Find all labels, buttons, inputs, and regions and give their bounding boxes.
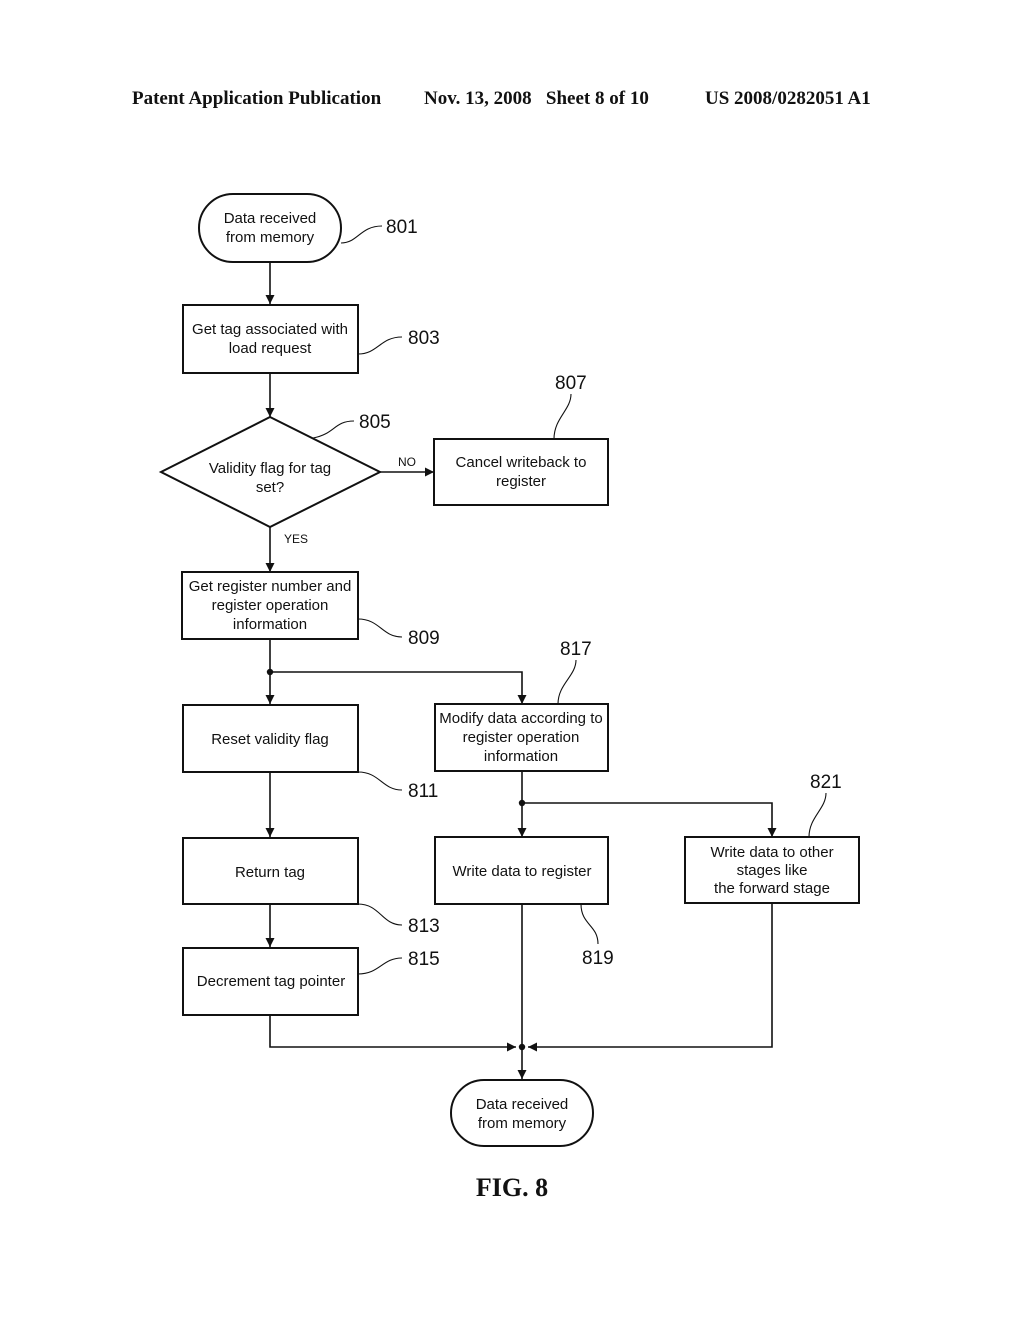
node-text: register operation <box>212 597 329 614</box>
junction-dot <box>266 668 274 676</box>
node-817: Modify data according to register operat… <box>434 639 609 772</box>
node-813: Return tag 813 <box>182 837 440 937</box>
node-819: Write data to register 819 <box>434 836 614 969</box>
process-box <box>433 438 609 506</box>
edge-809-817 <box>270 671 527 704</box>
figure-label: FIG. 8 <box>476 1173 548 1202</box>
node-text: Reset validity flag <box>211 731 329 748</box>
node-text: register operation <box>463 729 580 746</box>
node-end: Data received from memory <box>450 1079 594 1147</box>
node-text: from memory <box>478 1115 567 1132</box>
ref-leader <box>808 792 827 838</box>
node-text: information <box>484 748 558 765</box>
ref-leader <box>357 771 403 791</box>
ref-number: 803 <box>408 328 440 349</box>
ref-number: 807 <box>555 373 587 394</box>
node-text: Get register number and <box>189 578 352 595</box>
node-801: Data received from memory 801 <box>198 193 418 263</box>
ref-number: 809 <box>408 628 440 649</box>
edge-label-no: NO <box>398 455 416 469</box>
edge-817-821 <box>522 802 777 837</box>
ref-number: 815 <box>408 949 440 970</box>
terminal-shape <box>198 193 342 263</box>
ref-leader <box>357 903 403 926</box>
node-text: from memory <box>226 229 315 246</box>
node-text: set? <box>256 479 284 496</box>
ref-leader <box>357 957 403 975</box>
node-text: Cancel writeback to <box>456 454 587 471</box>
junction-dot <box>518 799 526 807</box>
node-text: Data received <box>224 210 317 227</box>
node-text: Write data to register <box>453 863 592 880</box>
node-text: Write data to other <box>710 844 833 861</box>
node-text: stages like <box>737 862 808 879</box>
node-text: load request <box>229 340 312 357</box>
node-text: Decrement tag pointer <box>197 973 345 990</box>
ref-number: 819 <box>582 948 614 969</box>
node-text: Data received <box>476 1096 569 1113</box>
node-805: Validity flag for tag set? 805 NO YES <box>158 412 416 546</box>
node-text: Validity flag for tag <box>209 460 331 477</box>
node-809: Get register number and register operati… <box>181 571 440 649</box>
ref-number: 811 <box>408 781 438 802</box>
ref-number: 801 <box>386 217 418 238</box>
edge-821-merge <box>528 903 773 1052</box>
ref-leader <box>553 393 572 440</box>
node-text: Return tag <box>235 864 305 881</box>
ref-leader <box>557 659 577 705</box>
ref-number: 821 <box>810 772 842 793</box>
ref-leader <box>357 618 403 638</box>
node-807: Cancel writeback to register 807 <box>433 373 609 506</box>
edge-label-yes: YES <box>284 532 308 546</box>
ref-number: 817 <box>560 639 592 660</box>
terminal-shape <box>450 1079 594 1147</box>
node-815: Decrement tag pointer 815 <box>182 947 440 1016</box>
node-821: Write data to other stages like the forw… <box>684 772 860 904</box>
edge-815-merge <box>269 1015 516 1052</box>
ref-number: 805 <box>359 412 391 433</box>
node-803: Get tag associated with load request 803 <box>182 304 440 374</box>
ref-leader <box>580 903 599 945</box>
node-811: Reset validity flag 811 <box>182 704 438 802</box>
node-text: register <box>496 473 546 490</box>
ref-leader <box>312 420 355 439</box>
ref-leader <box>357 336 403 355</box>
node-text: Get tag associated with <box>192 321 348 338</box>
process-box <box>182 304 359 374</box>
ref-number: 813 <box>408 916 440 937</box>
flowchart: Data received from memory 801 Get tag as… <box>158 193 860 1202</box>
node-text: the forward stage <box>714 880 830 897</box>
node-text: Modify data according to <box>439 710 602 727</box>
node-text: information <box>233 616 307 633</box>
ref-leader <box>340 225 383 244</box>
